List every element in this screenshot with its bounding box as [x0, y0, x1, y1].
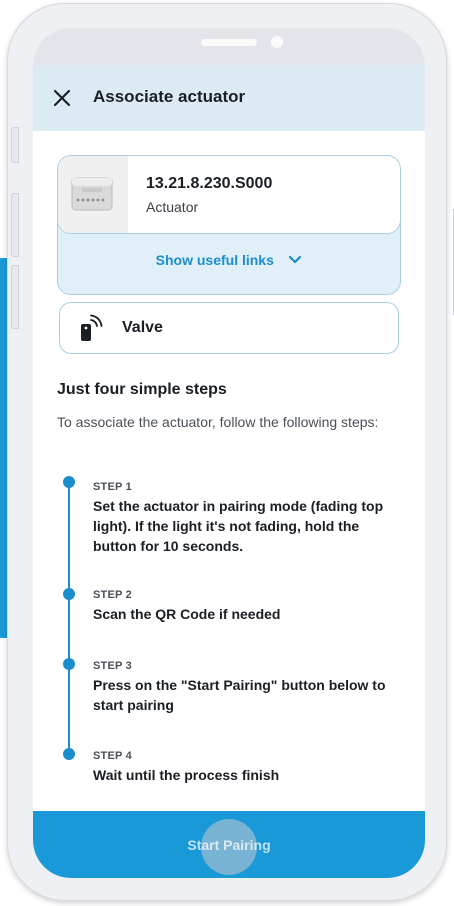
valve-label: Valve [122, 319, 163, 336]
steps-timeline [68, 487, 70, 759]
step-3-text: Press on the "Start Pairing" button belo… [93, 677, 386, 713]
step-1-label: STEP 1 [93, 481, 132, 493]
app-header: Associate actuator [33, 65, 425, 131]
step-2-label: STEP 2 [93, 589, 132, 601]
step-2-text: Scan the QR Code if needed [93, 606, 281, 622]
page-title: Associate actuator [93, 87, 246, 106]
steps-subtitle: To associate the actuator, follow the fo… [57, 414, 379, 430]
close-button[interactable] [51, 87, 73, 109]
phone-volume-down-button [11, 265, 19, 329]
status-bar [33, 28, 425, 65]
step-1-text: Set the actuator in pairing mode (fading… [93, 498, 384, 554]
step-4-text: Wait until the process finish [93, 767, 280, 783]
device-info: 13.21.8.230.S000 Actuator [58, 156, 400, 234]
phone-volume-up-button [11, 193, 19, 257]
chevron-down-icon [288, 252, 302, 270]
phone-side-button [11, 127, 19, 163]
speaker-grille [201, 39, 257, 46]
device-type: Actuator [146, 199, 199, 215]
step-4-dot [63, 748, 75, 760]
device-image [58, 156, 128, 233]
front-camera [271, 36, 283, 48]
step-1-dot [63, 476, 75, 488]
show-useful-links-toggle[interactable]: Show useful links [58, 252, 400, 270]
start-pairing-label: Start Pairing [187, 837, 271, 853]
step-3-label: STEP 3 [93, 660, 132, 672]
valve-card[interactable]: Valve [59, 302, 399, 354]
remote-signal-icon [78, 314, 104, 342]
steps-title: Just four simple steps [57, 381, 227, 398]
step-4-label: STEP 4 [93, 750, 132, 762]
step-3-dot [63, 658, 75, 670]
close-icon [53, 89, 71, 107]
start-pairing-button[interactable]: Start Pairing [33, 811, 425, 878]
show-useful-links-label: Show useful links [155, 252, 274, 269]
phone-screen: Associate actuator 13.21.8.230.S000 Actu… [33, 28, 425, 878]
device-card: 13.21.8.230.S000 Actuator Show useful li… [57, 155, 401, 295]
device-model: 13.21.8.230.S000 [146, 175, 273, 192]
step-2-dot [63, 588, 75, 600]
